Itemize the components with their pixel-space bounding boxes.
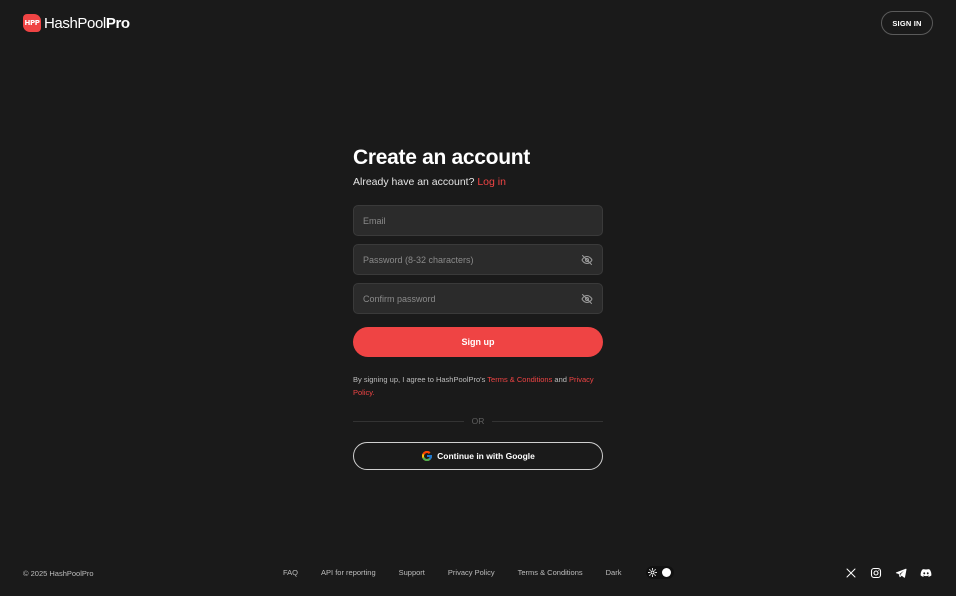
google-icon: [421, 450, 433, 462]
footer-link-terms[interactable]: Terms & Conditions: [518, 568, 583, 577]
confirm-password-field-container: [353, 283, 603, 314]
logo-text-bold: Pro: [105, 14, 130, 32]
toggle-knob: [662, 568, 671, 577]
footer-link-api-reporting[interactable]: API for reporting: [321, 568, 376, 577]
page-title: Create an account: [353, 146, 530, 169]
header: HPP HashPoolPro SIGN IN: [0, 0, 956, 46]
terms-notice: By signing up, I agree to HashPoolPro's …: [353, 373, 603, 399]
x-icon[interactable]: [845, 567, 857, 579]
divider-line: [353, 420, 464, 422]
footer-links: FAQ API for reporting Support Privacy Po…: [283, 568, 621, 577]
footer-link-faq[interactable]: FAQ: [283, 568, 298, 577]
footer: © 2025 HashPoolPro FAQ API for reporting…: [0, 560, 956, 586]
signup-form: Create an account Already have an accoun…: [353, 140, 603, 470]
google-signin-button[interactable]: Continue in with Google: [353, 442, 603, 470]
instagram-icon[interactable]: [870, 567, 882, 579]
password-field-container: [353, 244, 603, 275]
email-field[interactable]: [354, 206, 602, 235]
logo-text: HashPoolPro: [44, 15, 130, 32]
eye-off-icon[interactable]: [581, 254, 593, 266]
discord-icon[interactable]: [920, 567, 932, 579]
or-label: OR: [471, 416, 485, 426]
social-links: [845, 567, 932, 579]
or-divider: OR: [353, 415, 603, 427]
theme-label: Dark: [605, 568, 622, 577]
signup-page: HPP HashPoolPro SIGN IN Create an accoun…: [0, 0, 956, 596]
sign-up-button[interactable]: Sign up: [353, 327, 603, 357]
footer-link-support[interactable]: Support: [399, 568, 425, 577]
sun-icon: [648, 568, 657, 577]
copyright: © 2025 HashPoolPro: [23, 569, 94, 578]
footer-link-privacy[interactable]: Privacy Policy: [448, 568, 495, 577]
telegram-icon[interactable]: [895, 567, 907, 579]
logo[interactable]: HPP HashPoolPro: [23, 13, 130, 33]
sign-in-button[interactable]: SIGN IN: [881, 11, 933, 35]
confirm-password-field[interactable]: [354, 284, 602, 313]
eye-off-icon[interactable]: [581, 293, 593, 305]
terms-prefix: By signing up, I agree to HashPoolPro's: [353, 375, 486, 384]
terms-link[interactable]: Terms & Conditions: [487, 375, 552, 384]
password-field[interactable]: [354, 245, 602, 274]
terms-and: and: [554, 375, 567, 384]
email-field-container: [353, 205, 603, 236]
logo-text-regular: HashPool: [44, 14, 106, 32]
theme-toggle[interactable]: [646, 566, 674, 579]
divider-line: [492, 420, 603, 422]
login-prompt: Already have an account? Log in: [353, 176, 603, 188]
login-prompt-text: Already have an account?: [353, 176, 475, 188]
login-link[interactable]: Log in: [477, 176, 506, 188]
google-button-label: Continue in with Google: [437, 451, 535, 461]
logo-mark: HPP: [23, 14, 41, 32]
